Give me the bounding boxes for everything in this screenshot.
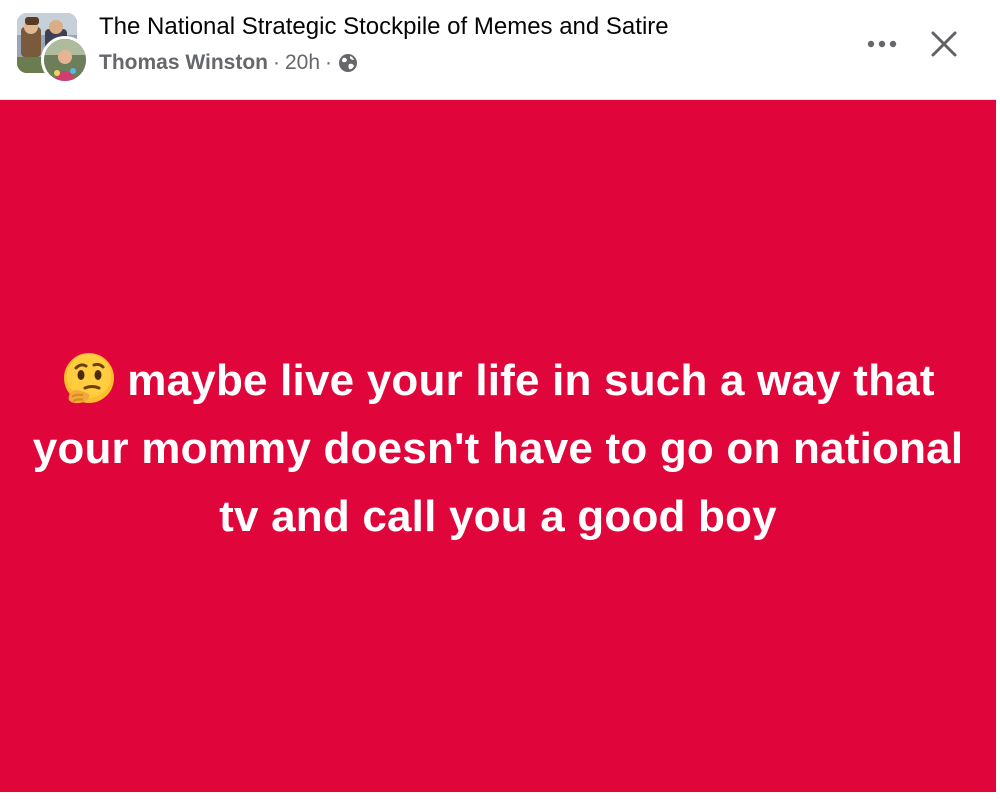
- close-button[interactable]: [922, 22, 966, 66]
- author-name-link[interactable]: Thomas Winston: [99, 51, 268, 75]
- meta-separator: ·: [272, 51, 280, 74]
- post-header: The National Strategic Stockpile of Meme…: [0, 0, 996, 100]
- post-text-content: maybe live your life in such a way that …: [32, 356, 964, 541]
- author-avatar[interactable]: [41, 36, 89, 84]
- globe-icon: [338, 53, 358, 73]
- close-icon: [931, 31, 957, 57]
- post-text-background: maybe live your life in such a way that …: [0, 100, 996, 792]
- group-name-link[interactable]: The National Strategic Stockpile of Meme…: [99, 13, 669, 41]
- more-options-button[interactable]: [862, 24, 902, 64]
- post-text: maybe live your life in such a way that …: [30, 347, 966, 551]
- author-photo: [44, 39, 86, 81]
- thinking-face-icon: [61, 351, 117, 407]
- post-meta: Thomas Winston · 20h ·: [99, 49, 358, 77]
- more-options-icon: [867, 40, 897, 48]
- meta-separator: ·: [325, 51, 333, 74]
- post-timestamp[interactable]: 20h: [285, 51, 320, 75]
